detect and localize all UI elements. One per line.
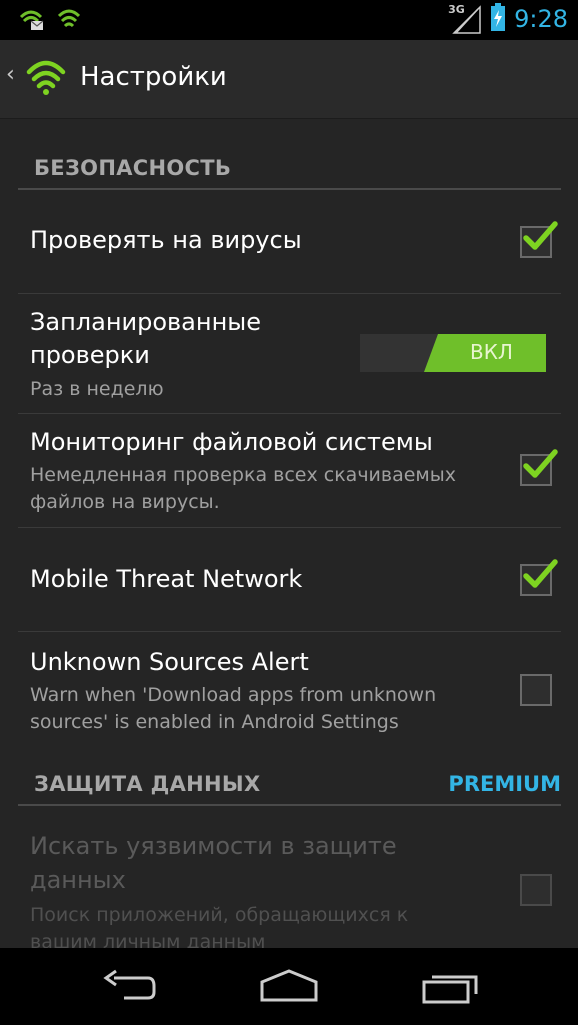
check-icon <box>523 449 558 478</box>
up-caret-icon[interactable]: ‹ <box>6 62 15 87</box>
pref-virus-scan[interactable]: Проверять на вирусы <box>0 190 578 294</box>
section-header-label: ЗАЩИТА ДАННЫХ <box>34 772 261 796</box>
action-bar: ‹ Настройки <box>0 40 578 119</box>
pref-fs-monitor[interactable]: Мониторинг файловой системы Немедленная … <box>0 414 578 528</box>
scheduled-scans-toggle[interactable]: ВКЛ <box>360 334 546 372</box>
settings-list[interactable]: БЕЗОПАСНОСТЬ Проверять на вирусы Заплани… <box>0 118 578 948</box>
lookout-notification-icon <box>18 8 44 36</box>
recents-icon[interactable] <box>420 968 482 1008</box>
pref-title: Mobile Threat Network <box>30 565 303 593</box>
navigation-bar <box>0 948 578 1025</box>
fs-monitor-checkbox[interactable] <box>520 449 558 486</box>
check-icon <box>523 221 558 250</box>
pref-title-line2: проверки <box>30 341 150 369</box>
status-bar: 3G 9:28 <box>0 0 578 40</box>
back-icon[interactable] <box>100 968 158 1008</box>
pref-title: Мониторинг файловой системы <box>30 428 433 456</box>
section-header-security: БЕЗОПАСНОСТЬ <box>18 138 561 190</box>
pref-title-line1: Запланированные <box>30 308 261 336</box>
pref-title-line1: Искать уязвимости в защите <box>30 832 397 860</box>
pref-title: Проверять на вирусы <box>30 226 302 254</box>
pref-scheduled-scans[interactable]: Запланированные проверки Раз в неделю ВК… <box>0 294 578 414</box>
pref-title-line2: данных <box>30 866 126 894</box>
pref-summary-line1: Warn when 'Download apps from unknown <box>30 684 437 706</box>
premium-badge[interactable]: PREMIUM <box>448 772 561 796</box>
virus-scan-checkbox[interactable] <box>520 221 558 258</box>
status-clock: 9:28 <box>514 5 568 33</box>
pref-summary-line1: Поиск приложений, обращающихся к <box>30 904 409 926</box>
pref-unknown-sources[interactable]: Unknown Sources Alert Warn when 'Downloa… <box>0 632 578 752</box>
unknown-sources-checkbox[interactable] <box>520 674 552 706</box>
section-header-data-protection: ЗАЩИТА ДАННЫХ PREMIUM <box>18 754 561 806</box>
pref-mobile-threat-network[interactable]: Mobile Threat Network <box>0 528 578 632</box>
pref-privacy-scan: Искать уязвимости в защите данных Поиск … <box>0 816 578 948</box>
toggle-state-label: ВКЛ <box>470 340 513 364</box>
lookout-shield-icon <box>57 8 81 36</box>
pref-title: Unknown Sources Alert <box>30 648 309 676</box>
pref-summary-line2: файлов на вирусы. <box>30 491 220 513</box>
settings-screen: 3G 9:28 ‹ Настройки БЕЗОПАСНОСТЬ Проверя… <box>0 0 578 1025</box>
check-icon <box>523 559 558 588</box>
page-title: Настройки <box>80 62 227 92</box>
home-icon[interactable] <box>258 968 320 1008</box>
pref-summary-line2: вашим личным данным <box>30 931 266 948</box>
pref-summary-line2: sources' is enabled in Android Settings <box>30 711 399 733</box>
section-header-label: БЕЗОПАСНОСТЬ <box>34 156 232 180</box>
pref-summary: Раз в неделю <box>30 378 164 400</box>
signal-icon: 3G <box>448 3 482 35</box>
pref-summary-line1: Немедленная проверка всех скачиваемых <box>30 464 457 486</box>
privacy-scan-checkbox <box>520 874 552 906</box>
mtn-checkbox[interactable] <box>520 559 558 596</box>
battery-charging-icon <box>490 3 506 35</box>
lookout-logo-icon[interactable] <box>26 58 66 102</box>
